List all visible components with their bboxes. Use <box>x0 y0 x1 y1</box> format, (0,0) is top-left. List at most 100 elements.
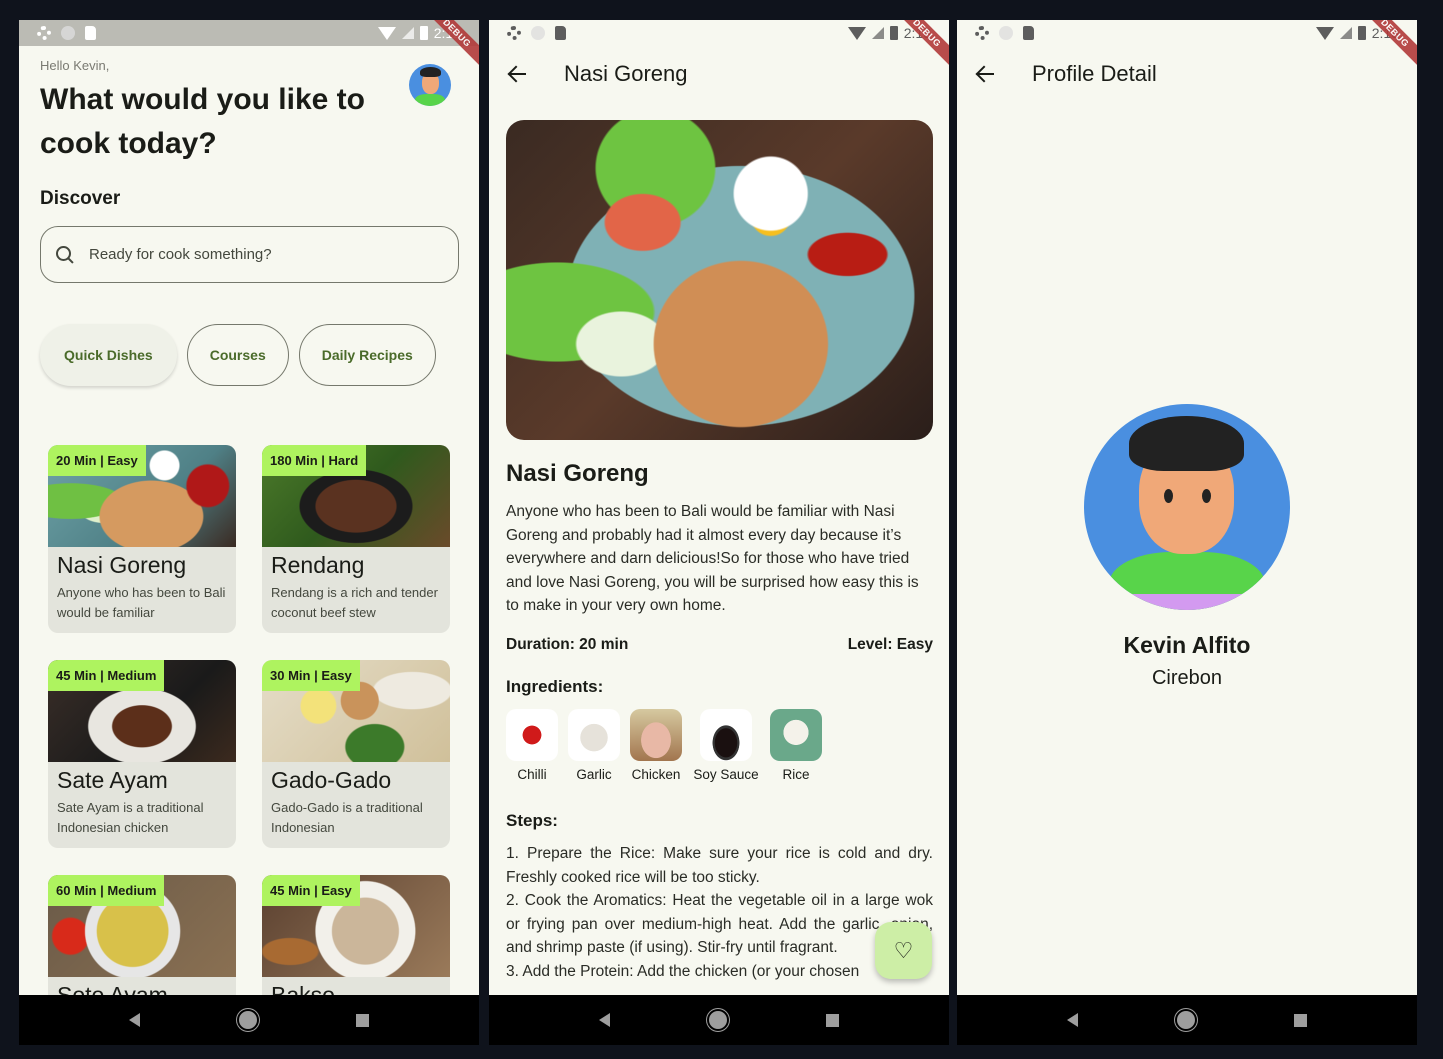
battery-icon <box>1357 26 1366 40</box>
nav-recents-icon[interactable] <box>1294 1013 1308 1027</box>
battery-icon <box>889 26 898 40</box>
notification-dot-icon <box>61 26 75 40</box>
notification-dot-icon <box>999 26 1013 40</box>
back-arrow-icon[interactable] <box>507 63 529 85</box>
recipe-badge: 45 Min | Easy <box>262 875 360 906</box>
recipe-grid: 20 Min | Easy Nasi Goreng Anyone who has… <box>48 445 450 1045</box>
ingredient-item: Garlic <box>568 709 620 782</box>
recipe-level: Level: Easy <box>847 636 933 653</box>
ingredient-item: Chilli <box>506 709 558 782</box>
nav-home-icon[interactable] <box>708 1011 727 1029</box>
profile-screen: 2:13 DEBUG Profile Detail Kevin Alfito C… <box>957 20 1417 1045</box>
signal-icon <box>871 27 884 39</box>
recipe-badge: 45 Min | Medium <box>48 660 165 691</box>
ingredient-name: Garlic <box>576 767 612 782</box>
rice-image <box>770 709 822 761</box>
wifi-icon <box>847 26 866 40</box>
avatar-body <box>415 94 445 106</box>
nav-recents-icon[interactable] <box>826 1013 840 1027</box>
recipe-detail-screen: 2:13 DEBUG Nasi Goreng Nasi Goreng Anyon… <box>489 20 949 1045</box>
profile-city: Cirebon <box>1151 667 1223 689</box>
back-arrow-icon[interactable] <box>975 63 997 85</box>
recipe-image: 45 Min | Easy <box>262 875 450 977</box>
favorite-button[interactable]: ♡ <box>875 922 932 979</box>
settings-icon <box>37 26 51 40</box>
app-bar: Nasi Goreng <box>489 46 949 102</box>
recipe-desc: Anyone who has been to Bali would be fam… <box>57 585 226 620</box>
ingredient-name: Chicken <box>631 767 681 782</box>
status-bar: 2:13 <box>489 20 949 46</box>
recipe-badge: 60 Min | Medium <box>48 875 165 906</box>
recipe-duration: Duration: 20 min <box>506 636 629 653</box>
signal-icon <box>1339 27 1352 39</box>
step-item: 2. Cook the Aromatics: Heat the vegetabl… <box>506 892 933 957</box>
recipe-image: 180 Min | Hard <box>262 445 450 547</box>
recipe-image: 30 Min | Easy <box>262 660 450 762</box>
recipe-title: Nasi Goreng <box>57 552 187 578</box>
recipe-image: 45 Min | Medium <box>48 660 236 762</box>
search-icon <box>55 245 75 265</box>
ingredient-item: Soy Sauce <box>692 709 760 782</box>
sd-card-icon <box>555 26 566 40</box>
ingredient-name: Soy Sauce <box>693 767 759 782</box>
nav-home-icon[interactable] <box>238 1011 257 1029</box>
chilli-image <box>506 709 558 761</box>
recipe-card-gado-gado[interactable]: 30 Min | Easy Gado-Gado Gado-Gado is a t… <box>262 660 450 848</box>
appbar-title: Profile Detail <box>1032 61 1157 86</box>
avatar-hair <box>1129 416 1244 471</box>
chip-daily-recipes[interactable]: Daily Recipes <box>298 324 436 386</box>
avatar-hoodie-band <box>1109 594 1265 610</box>
recipe-card-sate-ayam[interactable]: 45 Min | Medium Sate Ayam Sate Ayam is a… <box>48 660 236 848</box>
nav-back-icon[interactable] <box>598 1013 610 1027</box>
garlic-image <box>568 709 620 761</box>
recipe-badge: 30 Min | Easy <box>262 660 360 691</box>
search-input[interactable]: Ready for cook something? <box>40 226 459 283</box>
recipe-title: Gado-Gado <box>271 767 392 793</box>
nav-home-icon[interactable] <box>1176 1011 1195 1029</box>
profile-avatar <box>1084 404 1290 610</box>
ingredient-item: Rice <box>770 709 822 782</box>
recipe-image: 60 Min | Medium <box>48 875 236 977</box>
app-bar: Profile Detail <box>957 46 1417 102</box>
system-nav-bar <box>19 995 479 1045</box>
recipe-desc: Gado-Gado is a traditional Indonesian <box>271 800 423 835</box>
nav-back-icon[interactable] <box>128 1013 140 1027</box>
avatar-hair <box>420 67 441 77</box>
settings-icon <box>507 26 521 40</box>
recipe-card-nasi-goreng[interactable]: 20 Min | Easy Nasi Goreng Anyone who has… <box>48 445 236 633</box>
recipe-desc: Sate Ayam is a traditional Indonesian ch… <box>57 800 204 835</box>
recipe-meta: Duration: 20 min Level: Easy <box>506 636 933 654</box>
steps-list: 1. Prepare the Rice: Make sure your rice… <box>506 842 933 984</box>
discover-heading: Discover <box>40 188 121 209</box>
recipe-hero-image <box>506 120 933 440</box>
notification-dot-icon <box>531 26 545 40</box>
profile-avatar-button[interactable] <box>409 64 451 106</box>
recipe-badge: 180 Min | Hard <box>262 445 367 476</box>
category-chips: Quick Dishes Courses Daily Recipes <box>40 324 436 386</box>
greeting-text: Hello Kevin, <box>40 58 110 73</box>
ingredients-heading: Ingredients: <box>506 677 604 696</box>
nav-back-icon[interactable] <box>1066 1013 1078 1027</box>
ingredient-name: Chilli <box>517 767 547 782</box>
avatar-eye <box>1202 489 1211 503</box>
step-item: 3. Add the Protein: Add the chicken (or … <box>506 962 860 980</box>
recipe-desc: Rendang is a rich and tender coconut bee… <box>271 585 438 620</box>
status-bar: 2:12 <box>19 20 479 46</box>
heart-icon: ♡ <box>893 937 914 963</box>
search-placeholder: Ready for cook something? <box>89 246 272 263</box>
system-nav-bar <box>489 995 949 1045</box>
recipe-title: Sate Ayam <box>57 767 168 793</box>
sd-card-icon <box>1023 26 1034 40</box>
status-bar: 2:13 <box>957 20 1417 46</box>
page-headline: What would you like to cook today? <box>40 83 365 160</box>
recipe-card-rendang[interactable]: 180 Min | Hard Rendang Rendang is a rich… <box>262 445 450 633</box>
appbar-title: Nasi Goreng <box>564 61 688 86</box>
chip-quick-dishes[interactable]: Quick Dishes <box>40 324 177 386</box>
signal-icon <box>401 27 414 39</box>
ingredient-item: Chicken <box>630 709 682 782</box>
chip-courses[interactable]: Courses <box>186 324 289 386</box>
recipe-image: 20 Min | Easy <box>48 445 236 547</box>
battery-icon <box>419 26 428 40</box>
chicken-image <box>630 709 682 761</box>
nav-recents-icon[interactable] <box>356 1013 370 1027</box>
